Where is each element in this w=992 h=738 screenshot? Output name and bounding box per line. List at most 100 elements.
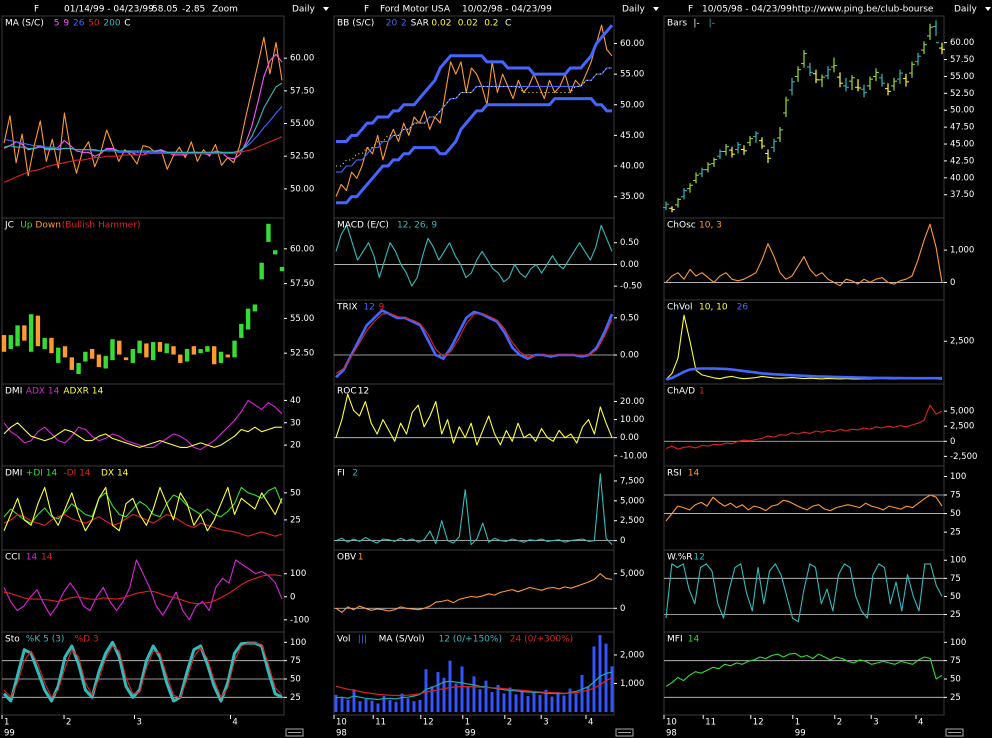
candle xyxy=(28,314,34,352)
ylabel-ma-2: 55.00 xyxy=(290,119,314,129)
ylabel-dmi1-1: 30 xyxy=(290,418,301,428)
legend-trix-0: TRIX xyxy=(336,303,358,313)
volume-bar xyxy=(598,635,602,712)
ylabel-chad-0: 5,000 xyxy=(950,407,974,417)
candle xyxy=(83,351,88,362)
header-url: http://www.ping.be/club-bourse xyxy=(792,5,934,15)
period-selector[interactable]: Daily xyxy=(622,5,645,15)
legend-jc-3: (Bullish Hammer) xyxy=(62,221,141,231)
legend-bars-0: Bars xyxy=(667,19,687,29)
legend-sto-1: %K 5 (3) xyxy=(26,635,65,645)
legend-fi-1: 2 xyxy=(352,469,358,479)
candle xyxy=(279,266,285,272)
legend-bb-3: SAR xyxy=(411,19,429,29)
candle xyxy=(123,357,129,361)
header-symbol: F xyxy=(688,5,693,15)
candle xyxy=(22,325,27,341)
legend-macd-1: 12, 26, 9 xyxy=(397,221,437,231)
ylabel-bb-2: 50.00 xyxy=(620,100,644,110)
ylabel-bars-2: 55.00 xyxy=(950,72,974,82)
xtick-label-c2-5: 3 xyxy=(543,718,548,728)
legend-chad-1: 1 xyxy=(699,387,705,397)
volume-bar xyxy=(358,701,362,712)
legend-jc-0: JC xyxy=(4,221,14,231)
candle xyxy=(35,315,41,347)
ylabel-bb-4: 40.00 xyxy=(620,162,644,172)
volume-bar xyxy=(364,698,368,712)
legend-ma-1: 5 xyxy=(54,19,60,29)
ylabel-macd-0: 0.50 xyxy=(620,238,639,248)
legend-bb-0: BB (S/C) xyxy=(337,19,374,29)
legend-jc-2: Down xyxy=(35,221,61,231)
ylabel-dmi2-1: 25 xyxy=(290,515,301,525)
volume-bar xyxy=(400,693,404,712)
legend-cci-1: 14 xyxy=(26,553,38,563)
ylabel-chad-3: -2,500 xyxy=(950,452,977,462)
legend-vol-1: ||| xyxy=(358,635,367,645)
volume-bar xyxy=(574,693,578,712)
candle xyxy=(184,349,190,362)
period-selector[interactable]: Daily xyxy=(954,5,977,15)
candle xyxy=(144,343,149,358)
xtick-label-c2-4: 2 xyxy=(507,718,512,728)
candle xyxy=(56,347,61,363)
candle xyxy=(245,308,251,330)
volume-bar xyxy=(562,695,566,712)
legend-ma-5: 200 xyxy=(103,19,120,29)
ylabel-cci-0: 100 xyxy=(290,569,306,579)
legend-ma-3: 26 xyxy=(73,19,85,29)
candle xyxy=(110,339,115,361)
ylabel-fi-3: 0 xyxy=(620,536,625,546)
legend-chvol-2: 26 xyxy=(737,303,749,313)
ylabel-cci-2: -100 xyxy=(290,615,309,625)
header-date-range: 10/05/98 - 04/23/99 xyxy=(702,5,792,15)
candle xyxy=(273,250,278,255)
ylabel-cci-1: 0 xyxy=(290,592,295,602)
volume-bar xyxy=(526,696,530,712)
candle xyxy=(266,223,271,242)
volume-bar xyxy=(352,689,356,712)
candle xyxy=(137,340,142,354)
legend-dmi1-0: DMI xyxy=(5,387,22,397)
volume-bar xyxy=(436,672,440,712)
header-change: -2.85 xyxy=(182,5,205,15)
header-date-range: 10/02/98 - 04/23/99 xyxy=(462,5,552,15)
candle xyxy=(225,354,230,358)
xtick-label-c2-6: 4 xyxy=(588,718,593,728)
xtick-label-c2-2: 12 xyxy=(423,718,434,728)
candle xyxy=(150,342,156,361)
ylabel-sto-3: 25 xyxy=(290,693,301,703)
ylabel-ma-0: 60.00 xyxy=(290,54,314,64)
volume-bar xyxy=(580,674,584,712)
candle xyxy=(76,362,81,375)
zoom-label[interactable]: Zoom xyxy=(212,5,238,15)
candle xyxy=(117,340,122,355)
volume-bar xyxy=(376,703,380,712)
candle xyxy=(130,349,136,363)
candle xyxy=(62,346,68,358)
legend-vol-0: Vol xyxy=(337,635,350,645)
xtick-label-c1-1: 2 xyxy=(66,718,71,728)
xtick-label-c3-0: 10 xyxy=(666,718,677,728)
ylabel-bars-7: 42.50 xyxy=(950,156,974,166)
ylabel-bars-9: 37.50 xyxy=(950,190,974,200)
candle xyxy=(232,340,237,358)
ylabel-ma-3: 52.50 xyxy=(290,152,314,162)
legend-cci-2: 14 xyxy=(41,553,53,563)
legend-sto-2: %D 3 xyxy=(75,635,99,645)
candle xyxy=(89,349,95,359)
year-label-c2-1: 99 xyxy=(465,729,476,738)
volume-bar xyxy=(532,691,536,712)
volume-bar xyxy=(448,660,452,712)
legend-dmi1-2: ADXR 14 xyxy=(63,387,103,397)
legend-rsi-1: 14 xyxy=(688,469,700,479)
period-selector[interactable]: Daily xyxy=(292,5,315,15)
legend-vol-3: 12 (0/+150%) xyxy=(439,635,502,645)
header-symbol: F xyxy=(34,5,39,15)
ylabel-rsi-3: 25 xyxy=(950,528,961,538)
volume-bar xyxy=(550,696,554,712)
ylabel-bars-6: 45.00 xyxy=(950,140,974,150)
candle xyxy=(69,357,75,370)
legend-trix-2: 9 xyxy=(379,303,385,313)
ylabel-fi-1: 5,000 xyxy=(620,496,644,506)
